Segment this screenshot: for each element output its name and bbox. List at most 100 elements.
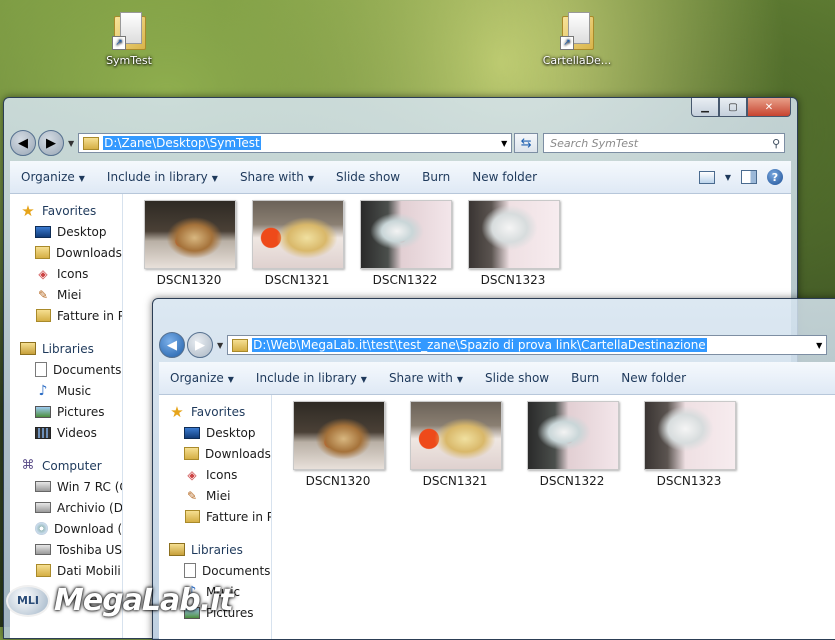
watermark-badge: MLI [6,584,50,617]
file-item[interactable]: DSCN1320 [144,200,236,287]
slide-show-button[interactable]: Slide show [325,170,411,184]
miei-icon: ✎ [37,287,49,302]
change-view-icon[interactable] [698,170,715,184]
organize-button[interactable]: Organize ▼ [159,371,245,385]
nav-item-label: Favorites [42,203,97,218]
desktop-icon-cartella[interactable]: ↗ CartellaDe... [542,10,612,67]
file-item[interactable]: DSCN1323 [468,200,560,287]
share-with-button[interactable]: Share with ▼ [378,371,474,385]
file-item[interactable]: DSCN1321 [410,401,502,488]
nav-item-win-7-rc-c[interactable]: Win 7 RC (C [10,476,122,497]
nav-item-favorites[interactable]: ★ Favorites [159,401,271,422]
forward-button[interactable]: ▶ [38,130,64,156]
nav-item-label: Archivio (D: [57,500,123,515]
preview-pane-icon[interactable] [741,170,757,184]
new-folder-button[interactable]: New folder [610,371,697,385]
nav-item-download[interactable]: Download ( [10,518,122,539]
explorer-window-cartella: ◀ ▶ ▼ D:\Web\MegaLab.it\test\test_zane\S… [152,298,835,640]
photo-thumbnail [360,200,452,269]
file-item[interactable]: DSCN1322 [527,401,619,488]
back-button[interactable]: ◀ [159,332,185,358]
nav-item-label: Desktop [57,224,107,239]
share-with-button[interactable]: Share with ▼ [229,170,325,184]
icons-icon: ◈ [187,467,197,482]
desktop-icon-symtest[interactable]: ↗ SymTest [94,10,164,67]
navigation-pane: ★ Favorites Desktop Downloads ◈ Icons ✎ Miei Fat… [10,194,123,638]
nav-item-pictures[interactable]: Pictures [10,401,122,422]
nav-item-desktop[interactable]: Desktop [159,422,271,443]
nav-item-libraries[interactable]: Libraries [159,539,271,560]
include-in-library-button[interactable]: Include in library ▼ [245,371,378,385]
nav-item-desktop[interactable]: Desktop [10,221,122,242]
history-dropdown-icon[interactable]: ▼ [217,341,223,350]
close-button[interactable]: ✕ [747,98,791,117]
nav-item-music[interactable]: ♪ Music [10,380,122,401]
address-bar[interactable]: D:\Zane\Desktop\SymTest ▼ [78,133,513,153]
file-name: DSCN1320 [156,273,222,287]
nav-item-label: Desktop [206,425,256,440]
burn-button[interactable]: Burn [560,371,610,385]
photo-thumbnail [293,401,385,470]
history-dropdown-icon[interactable]: ▼ [68,139,74,148]
music-icon: ♪ [38,382,48,399]
folder-shortcut-icon: ↗ [112,10,146,50]
desktop-icon-label: CartellaDe... [542,54,612,67]
include-in-library-button[interactable]: Include in library ▼ [96,170,229,184]
back-button[interactable]: ◀ [10,130,36,156]
address-bar[interactable]: D:\Web\MegaLab.it\test\test_zane\Spazio … [227,335,828,355]
file-item[interactable]: DSCN1322 [360,200,452,287]
file-item[interactable]: DSCN1323 [644,401,736,488]
maximize-button[interactable]: ▢ [719,98,747,117]
drive-icon [35,544,51,555]
libraries-icon [169,543,185,556]
organize-button[interactable]: Organize ▼ [10,170,96,184]
nav-item-label: Dati Mobili [57,563,121,578]
search-input[interactable]: Search SymTest ⚲ [543,133,786,153]
nav-item-downloads[interactable]: Downloads [10,242,122,263]
command-bar: Organize ▼ Include in library ▼ Share with… [159,362,835,395]
help-icon[interactable]: ? [767,169,783,185]
address-dropdown-icon[interactable]: ▼ [497,139,511,148]
photo-thumbnail [527,401,619,470]
slide-show-button[interactable]: Slide show [474,371,560,385]
nav-item-computer[interactable]: ⌘ Computer [10,455,122,476]
nav-item-favorites[interactable]: ★ Favorites [10,200,122,221]
file-item[interactable]: DSCN1321 [252,200,344,287]
nav-item-libraries[interactable]: Libraries [10,338,122,359]
file-list: DSCN1320 DSCN1321 DSCN1322 DSCN1323 [144,200,560,287]
folder-icon [232,338,249,352]
file-item[interactable]: DSCN1320 [293,401,385,488]
nav-item-fatture-in-p[interactable]: Fatture in P [159,506,271,527]
nav-item-downloads[interactable]: Downloads [159,443,271,464]
nav-item-archivio-d[interactable]: Archivio (D: [10,497,122,518]
file-name: DSCN1321 [264,273,330,287]
nav-item-icons[interactable]: ◈ Icons [159,464,271,485]
nav-item-miei[interactable]: ✎ Miei [10,284,122,305]
address-path: D:\Zane\Desktop\SymTest [103,136,261,150]
nav-item-toshiba-us[interactable]: Toshiba US [10,539,122,560]
view-dropdown-icon[interactable]: ▼ [725,173,731,182]
forward-button[interactable]: ▶ [187,332,213,358]
nav-item-dati-mobili[interactable]: Dati Mobili [10,560,122,581]
document-icon [35,362,47,377]
nav-item-label: Videos [57,425,97,440]
nav-item-label: Computer [42,458,102,473]
burn-button[interactable]: Burn [411,170,461,184]
refresh-button[interactable]: ⇆ [514,133,539,153]
nav-item-label: Icons [206,467,238,482]
file-name: DSCN1320 [305,474,371,488]
nav-item-videos[interactable]: Videos [10,422,122,443]
nav-item-icons[interactable]: ◈ Icons [10,263,122,284]
new-folder-button[interactable]: New folder [461,170,548,184]
star-icon: ★ [170,402,184,421]
address-dropdown-icon[interactable]: ▼ [812,341,826,350]
nav-item-documents[interactable]: Documents [159,560,271,581]
nav-item-miei[interactable]: ✎ Miei [159,485,271,506]
photo-thumbnail [468,200,560,269]
nav-item-documents[interactable]: Documents [10,359,122,380]
window-controls: ▁ ▢ ✕ [691,98,791,117]
file-name: DSCN1322 [539,474,605,488]
nav-item-fatture-in-p[interactable]: Fatture in P [10,305,122,326]
minimize-button[interactable]: ▁ [691,98,719,117]
photo-thumbnail [252,200,344,269]
